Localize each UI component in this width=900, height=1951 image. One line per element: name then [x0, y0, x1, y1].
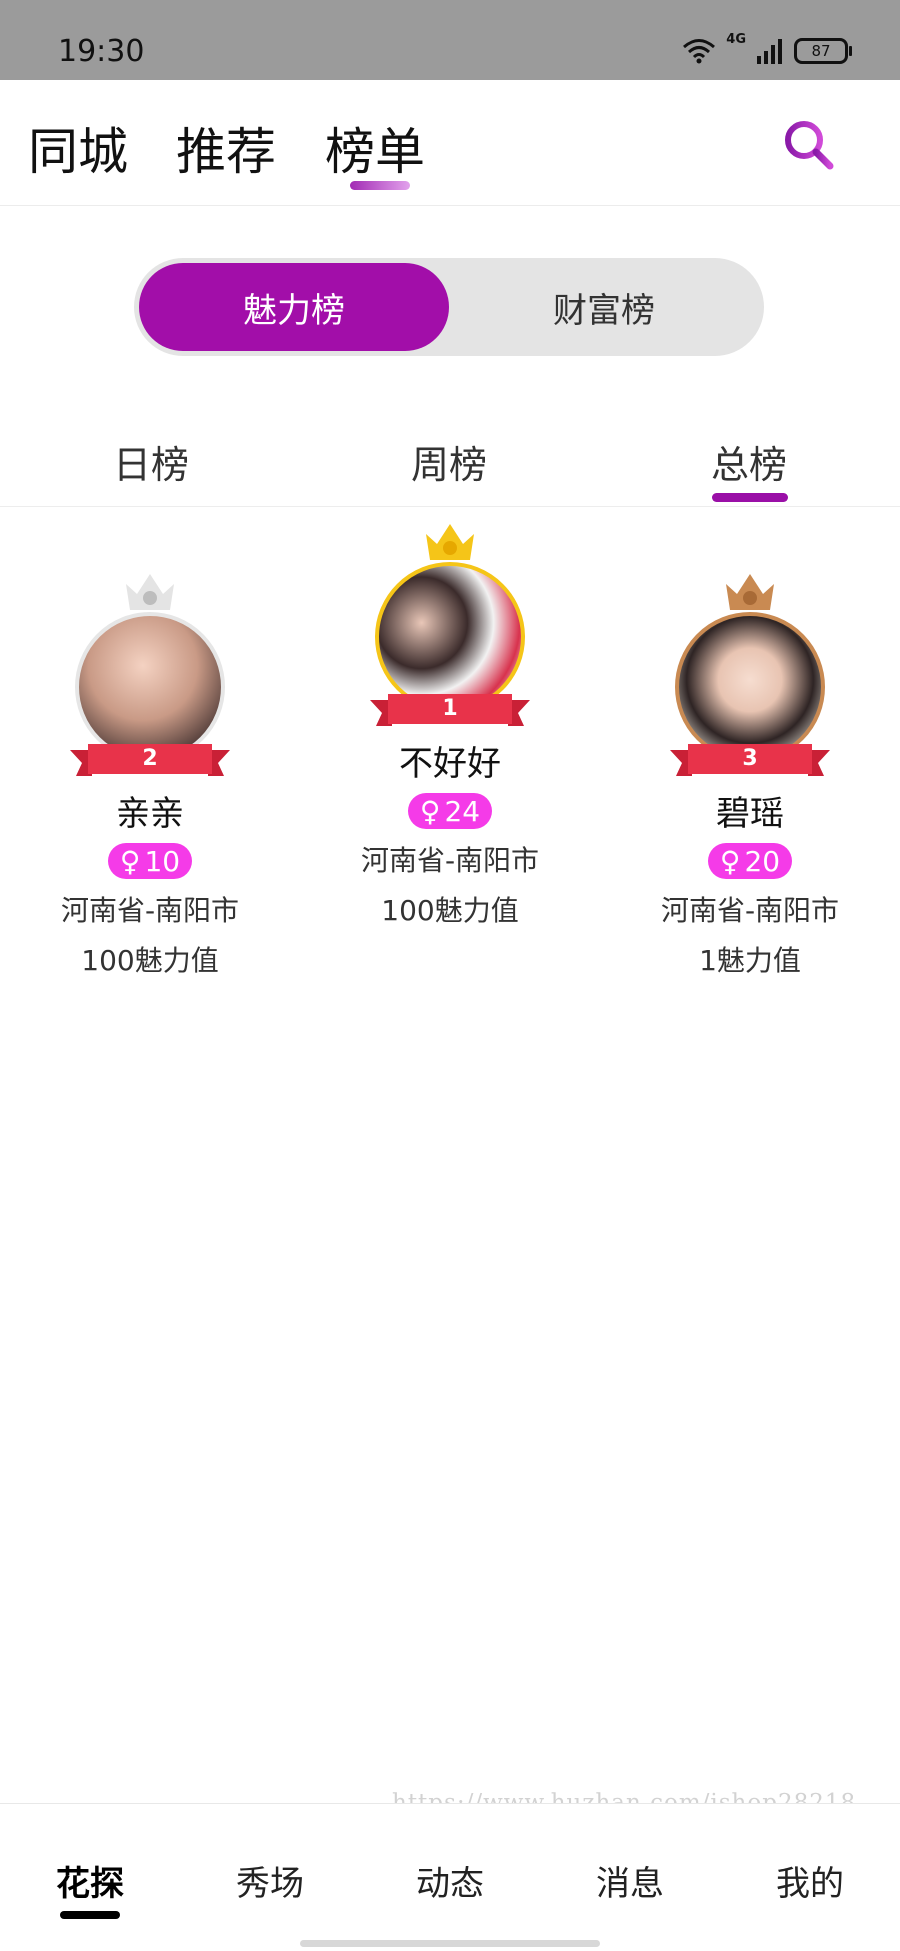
status-icons: 4G 87 [682, 32, 852, 64]
period-tab-indicator [712, 493, 788, 502]
user-name: 碧瑶 [716, 794, 784, 834]
search-button[interactable] [780, 116, 840, 176]
ranking-type-switch: 魅力榜 财富榜 [134, 258, 764, 356]
charm-value: 1魅力值 [699, 944, 801, 977]
search-icon [785, 121, 834, 170]
avatar [75, 612, 225, 762]
top-nav: 同城 推荐 榜单 [0, 80, 900, 206]
bottom-tab-show[interactable]: 秀场 [236, 1856, 304, 1905]
rank-number: 1 [442, 696, 458, 721]
crown-icon [126, 574, 174, 610]
user-location: 河南省-南阳市 [360, 844, 540, 877]
user-location: 河南省-南阳市 [660, 894, 840, 927]
bottom-tab-me[interactable]: 我的 [776, 1856, 844, 1905]
tab-ranking[interactable]: 榜单 [325, 112, 425, 184]
age-badge: ♀ 24 [407, 793, 493, 829]
avatar [675, 612, 825, 762]
avatar [375, 562, 525, 712]
rank-number: 2 [142, 746, 158, 771]
female-icon: ♀ [719, 844, 741, 878]
rank-card-1[interactable]: 1 不好好 ♀ 24 河南省-南阳市 100魅力值 [310, 520, 590, 929]
age-badge: ♀ 20 [707, 843, 793, 879]
network-label: 4G [726, 32, 746, 47]
crown-icon [726, 574, 774, 610]
tab-weekly[interactable]: 周榜 [411, 434, 487, 489]
avatar-frame: 2 [65, 570, 235, 782]
avatar-frame: 1 [365, 520, 535, 732]
tab-daily[interactable]: 日榜 [113, 434, 189, 489]
user-name: 亲亲 [116, 794, 184, 834]
bottom-nav: 花探 秀场 动态 消息 我的 [0, 1803, 900, 1951]
user-name: 不好好 [399, 744, 501, 784]
bottom-tab-explore[interactable]: 花探 [56, 1856, 124, 1905]
charm-ranking-button[interactable]: 魅力榜 [139, 263, 449, 351]
home-indicator [300, 1940, 600, 1947]
charm-value: 100魅力值 [381, 894, 519, 927]
status-bar: 19:30 4G 87 [0, 0, 900, 80]
tab-same-city[interactable]: 同城 [28, 112, 128, 184]
female-icon: ♀ [419, 794, 441, 828]
user-location: 河南省-南阳市 [60, 894, 240, 927]
age-badge-row: ♀ 10 [10, 843, 290, 879]
age-badge-row: ♀ 24 [310, 793, 590, 829]
avatar-frame: 3 [665, 570, 835, 782]
top-tab-indicator [350, 181, 410, 190]
bottom-tab-feed[interactable]: 动态 [416, 1856, 484, 1905]
battery-icon: 87 [794, 38, 852, 64]
age-value: 24 [444, 794, 481, 828]
age-value: 10 [144, 844, 181, 878]
age-badge-row: ♀ 20 [610, 843, 890, 879]
age-badge: ♀ 10 [107, 843, 193, 879]
rank-card-2[interactable]: 2 亲亲 ♀ 10 河南省-南阳市 100魅力值 [10, 570, 290, 979]
wifi-icon [683, 39, 716, 64]
rank-card-3[interactable]: 3 碧瑶 ♀ 20 河南省-南阳市 1魅力值 [610, 570, 890, 979]
bottom-tab-messages[interactable]: 消息 [596, 1856, 664, 1905]
rank-number: 3 [742, 746, 758, 771]
tab-total[interactable]: 总榜 [711, 434, 787, 489]
bottom-tab-indicator [60, 1911, 120, 1919]
wealth-ranking-button[interactable]: 财富榜 [449, 263, 759, 351]
female-icon: ♀ [119, 844, 141, 878]
tab-recommend[interactable]: 推荐 [176, 112, 276, 184]
battery-level: 87 [811, 42, 831, 60]
age-value: 20 [744, 844, 781, 878]
crown-icon [426, 524, 474, 560]
charm-value: 100魅力值 [81, 944, 219, 977]
signal-icon [757, 39, 782, 64]
status-time: 19:30 [58, 34, 145, 69]
